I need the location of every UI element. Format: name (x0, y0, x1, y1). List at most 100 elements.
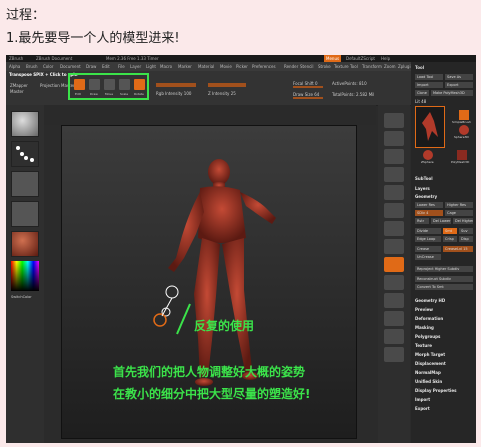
sdiv-slider[interactable]: SDiv 4 (415, 210, 443, 216)
menu-item[interactable]: Stroke (318, 62, 331, 71)
transp-button[interactable] (384, 347, 404, 362)
menu-item[interactable]: Zoom (384, 62, 396, 71)
edge-loop-button[interactable]: Edge Loop (415, 236, 441, 242)
section-geometry-hd[interactable]: Geometry HD (415, 298, 445, 303)
menu-item[interactable]: Brush (26, 62, 38, 71)
alpha-thumbnail[interactable] (11, 171, 39, 197)
menu-item[interactable]: Document (60, 62, 81, 71)
persp-button[interactable] (384, 185, 404, 200)
sphere3d-icon[interactable] (459, 125, 469, 135)
local-button[interactable] (384, 221, 404, 236)
section-display-properties[interactable]: Display Properties (415, 388, 456, 393)
reproject-button[interactable]: Reproject Higher Subdiv (415, 266, 473, 272)
rgb-slider[interactable] (156, 83, 196, 87)
focal-slider[interactable] (293, 86, 323, 88)
menu-item[interactable]: Edit (102, 62, 110, 71)
crease-button[interactable]: Crease (415, 246, 441, 252)
xyz-button[interactable] (384, 239, 404, 254)
uncrease-button[interactable]: UnCrease (415, 254, 441, 260)
zmapper-button[interactable]: ZMapper (10, 83, 28, 88)
switch-color-label[interactable]: SwitchColor (11, 295, 32, 299)
simplebrush-icon[interactable] (459, 110, 469, 120)
section-export[interactable]: Export (415, 406, 430, 411)
menu-item[interactable]: Material (198, 62, 214, 71)
move-view-button[interactable] (384, 275, 404, 290)
smt-toggle[interactable]: Smt (443, 228, 457, 234)
draw-size-slider[interactable] (293, 97, 323, 99)
menu-item[interactable]: Stencil (300, 62, 314, 71)
menu-item[interactable]: Tool (350, 62, 358, 71)
zsphere-icon[interactable] (423, 150, 433, 160)
menu-item[interactable]: Light (146, 62, 156, 71)
menu-item[interactable]: Movie (220, 62, 232, 71)
clone-button[interactable]: Clone (415, 90, 429, 96)
section-polygroups[interactable]: Polygroups (415, 334, 440, 339)
stroke-thumbnail[interactable] (11, 141, 39, 167)
menu-item[interactable]: File (118, 62, 125, 71)
brush-thumbnail[interactable] (11, 111, 39, 137)
scroll-button[interactable] (384, 113, 404, 128)
higher-res-button[interactable]: Higher Res (445, 202, 473, 208)
floor-button[interactable] (384, 203, 404, 218)
del-higher-button[interactable]: Del Higher (453, 218, 473, 224)
material-thumbnail[interactable] (11, 231, 39, 257)
zoom-button[interactable] (384, 131, 404, 146)
save-as-button[interactable]: Save As (445, 74, 473, 80)
lower-res-button[interactable]: Lower Res (415, 202, 443, 208)
rstr-button[interactable]: Rstr (415, 218, 429, 224)
subtool-section[interactable]: SubTool (415, 176, 433, 181)
section-normalmap[interactable]: NormalMap (415, 370, 441, 375)
menu-item[interactable]: Marker (178, 62, 192, 71)
scale-view-button[interactable] (384, 293, 404, 308)
load-tool-button[interactable]: Load Tool (415, 74, 443, 80)
z-slider[interactable] (208, 83, 246, 87)
geometry-section[interactable]: Geometry (415, 194, 437, 199)
polyf-button[interactable] (384, 329, 404, 344)
help-button[interactable]: Help (381, 55, 390, 62)
menu-item[interactable]: Macro (160, 62, 172, 71)
menu-item[interactable]: Color (43, 62, 53, 71)
menu-item[interactable]: Texture (334, 62, 349, 71)
section-preview[interactable]: Preview (415, 307, 433, 312)
actual-button[interactable] (384, 149, 404, 164)
reconstruct-button[interactable]: Reconstruct Subdiv (415, 276, 473, 282)
section-import[interactable]: Import (415, 397, 430, 402)
menu-item[interactable]: Picker (236, 62, 248, 71)
section-texture[interactable]: Texture (415, 343, 432, 348)
suv-toggle[interactable]: Suv (459, 228, 473, 234)
crisp-button[interactable]: Crisp (443, 236, 457, 242)
rotate-view-button[interactable] (384, 311, 404, 326)
section-deformation[interactable]: Deformation (415, 316, 443, 321)
section-morph-target[interactable]: Morph Target (415, 352, 445, 357)
heading: 过程： (6, 8, 46, 23)
instruction-line-1: 首先我们的把人物调整好大概的姿势 (113, 365, 306, 379)
cage-button[interactable]: Cage (445, 210, 473, 216)
make-polymesh-button[interactable]: Make PolyMesh3D (431, 90, 473, 96)
polymesh3d-icon[interactable] (457, 150, 467, 160)
right-shelf (378, 105, 410, 443)
layers-section[interactable]: Layers (415, 186, 430, 191)
export-button[interactable]: Export (445, 82, 473, 88)
menu-item[interactable]: Preferences (252, 62, 276, 71)
texture-thumbnail[interactable] (11, 201, 39, 227)
convert-smt-button[interactable]: Convert To Smt (415, 284, 473, 290)
menu-item[interactable]: Transform (362, 62, 382, 71)
transpose-action-line[interactable] (165, 285, 179, 299)
section-displacement[interactable]: Displacement (415, 361, 446, 366)
del-lower-button[interactable]: Del Lower (431, 218, 451, 224)
import-button[interactable]: Import (415, 82, 443, 88)
aahalf-button[interactable] (384, 167, 404, 182)
menu-item[interactable]: Alpha (9, 62, 20, 71)
menu-item[interactable]: Layer (130, 62, 141, 71)
frame-button[interactable] (384, 257, 404, 272)
menu-item[interactable]: Draw (86, 62, 96, 71)
current-tool-thumbnail[interactable] (415, 106, 445, 148)
section-unified-skin[interactable]: Unified Skin (415, 379, 442, 384)
section-masking[interactable]: Masking (415, 325, 434, 330)
disp-button[interactable]: Disp (459, 236, 473, 242)
color-picker[interactable] (11, 261, 39, 291)
menus-button[interactable]: Menus (324, 55, 342, 62)
divide-button[interactable]: Divide (415, 228, 441, 234)
crease-level-slider[interactable]: CreaseLvl 15 (443, 246, 473, 252)
menu-item[interactable]: Render (284, 62, 298, 71)
